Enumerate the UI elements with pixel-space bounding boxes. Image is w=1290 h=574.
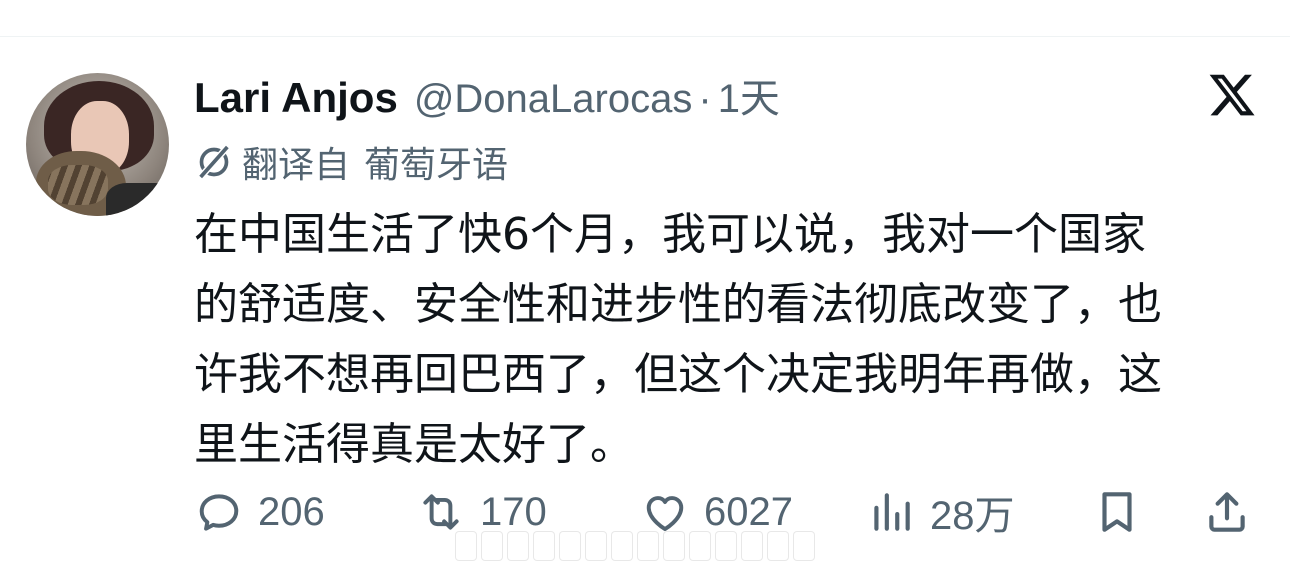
bookmark-button[interactable]	[1092, 486, 1156, 538]
views-count: 28万	[930, 494, 1015, 538]
translate-icon	[198, 144, 230, 180]
user-handle[interactable]: @DonaLarocas	[414, 77, 693, 122]
tweet-header: Lari Anjos @DonaLarocas · 1天	[194, 66, 780, 126]
display-name[interactable]: Lari Anjos	[194, 74, 398, 122]
tweet-text: 在中国生活了快6个月，我可以说，我对一个国家 的舒适度、安全性和进步性的看法彻底…	[194, 200, 1264, 480]
reply-icon	[199, 494, 239, 531]
share-button[interactable]	[1202, 486, 1266, 538]
translated-from-label: 翻译自	[242, 145, 351, 186]
avatar[interactable]	[26, 73, 169, 216]
views-button[interactable]: 28万	[866, 486, 1015, 538]
reply-button[interactable]: 206	[194, 486, 325, 538]
separator-dot: ·	[698, 77, 712, 121]
translation-notice[interactable]: 翻译自 葡萄牙语	[194, 140, 508, 186]
tweet-text-line: 在中国生活了快6个月，我可以说，我对一个国家	[194, 209, 1146, 260]
share-icon	[1209, 492, 1245, 532]
timestamp[interactable]: 1天	[718, 66, 780, 124]
tweet-text-line: 的舒适度、安全性和进步性的看法彻底改变了，也	[194, 279, 1162, 330]
watermark-overlay	[455, 528, 815, 564]
tweet-text-line: 里生活得真是太好了。	[194, 419, 634, 470]
x-logo-icon	[1209, 74, 1255, 116]
reply-count: 206	[258, 489, 325, 534]
views-chart-icon	[874, 493, 910, 531]
top-divider	[0, 36, 1290, 37]
bookmark-icon	[1102, 492, 1132, 532]
tweet-text-line: 许我不想再回巴西了，但这个决定我明年再做，这	[194, 349, 1162, 400]
source-language: 葡萄牙语	[364, 145, 509, 186]
